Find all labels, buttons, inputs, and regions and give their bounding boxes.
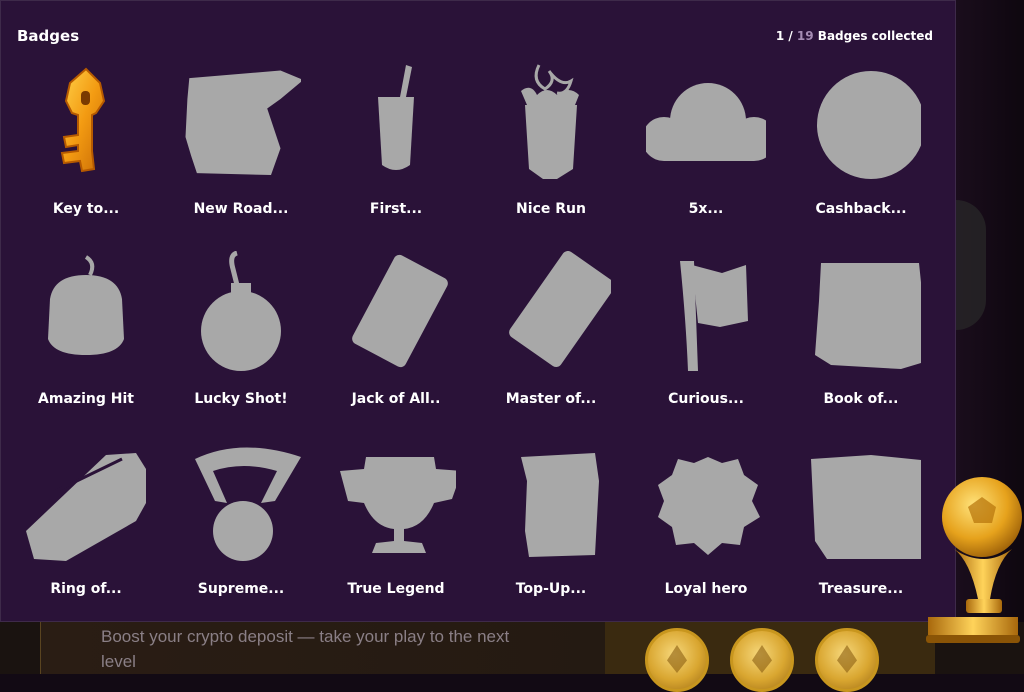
badge-loyal-hero[interactable]: Loyal hero (631, 441, 781, 621)
road-sign-icon (185, 70, 301, 176)
badge-label: Cashback... (815, 201, 907, 217)
total-count: 19 (796, 29, 814, 43)
badge-master-of[interactable]: Master of... (476, 251, 626, 431)
badge-label: Amazing Hit (38, 391, 134, 407)
badge-label: Lucky Shot! (194, 391, 288, 407)
badge-curious[interactable]: Curious... (631, 251, 781, 431)
bouquet-icon (521, 64, 579, 179)
badge-supreme[interactable]: Supreme... (166, 441, 316, 621)
badge-jack-of-all[interactable]: Jack of All.. (321, 251, 471, 431)
badge-label: Treasure... (818, 581, 904, 597)
flag-icon (680, 261, 748, 371)
badge-nice-run[interactable]: Nice Run (476, 61, 626, 241)
promo-text: Boost your crypto deposit — take your pl… (101, 627, 510, 671)
badge-label: Jack of All.. (351, 391, 441, 407)
book-icon (815, 263, 921, 369)
badge-true-legend[interactable]: True Legend (321, 441, 471, 621)
badge-label: Nice Run (516, 201, 586, 217)
badge-new-road[interactable]: New Road... (166, 61, 316, 241)
bomb-icon (201, 251, 281, 371)
badges-panel: Badges 1 / 19 Badges collected Key to... (0, 0, 956, 622)
badge-grid: Key to... New Road... First... Nice Run (11, 61, 941, 621)
key-icon (60, 67, 106, 173)
treasure-chest-icon (811, 455, 921, 559)
badge-lucky-shot[interactable]: Lucky Shot! (166, 251, 316, 431)
cloud-icon (646, 83, 766, 161)
drink-cup-icon (378, 65, 414, 170)
seal-icon (658, 457, 760, 555)
badge-label: True Legend (347, 581, 445, 597)
ethereum-coin-icon (645, 628, 709, 692)
badge-book-of[interactable]: Book of... (786, 251, 936, 431)
badge-first[interactable]: First... (321, 61, 471, 241)
badge-ring-of[interactable]: Ring of... (11, 441, 161, 621)
badge-key-to[interactable]: Key to... (11, 61, 161, 241)
panel-title: Badges (17, 27, 80, 45)
badge-top-up[interactable]: Top-Up... (476, 441, 626, 621)
badge-label: Top-Up... (515, 581, 587, 597)
trophy-cup-icon (340, 457, 456, 553)
badge-amazing-hit[interactable]: Amazing Hit (11, 251, 161, 431)
badge-label: Master of... (505, 391, 597, 407)
badge-label: 5x... (688, 201, 724, 217)
card-icon (509, 251, 611, 368)
coin-reels (605, 622, 935, 692)
collected-count: 1 (775, 29, 785, 43)
count-separator: / (784, 29, 797, 43)
trophy-icon (926, 477, 1022, 643)
card-icon (352, 254, 448, 368)
badge-label: First... (369, 201, 423, 217)
badge-label: Curious... (668, 391, 744, 407)
badge-label: Key to... (52, 201, 120, 217)
badge-label: Loyal hero (664, 581, 748, 597)
badge-label: Book of... (823, 391, 899, 407)
badge-label: New Road... (193, 201, 289, 217)
lantern-icon (48, 255, 124, 355)
background-shape (956, 200, 986, 330)
medal-icon (195, 447, 301, 561)
badge-label: Ring of... (50, 581, 122, 597)
badge-cashback[interactable]: Cashback... (786, 61, 936, 241)
ethereum-coin-icon (815, 628, 879, 692)
coin-icon (817, 71, 921, 179)
badge-label: Supreme... (197, 581, 285, 597)
badge-5x[interactable]: 5x... (631, 61, 781, 241)
ethereum-coin-icon (730, 628, 794, 692)
scroll-icon (521, 453, 599, 557)
badge-treasure[interactable]: Treasure... (786, 441, 936, 621)
ring-icon (26, 453, 146, 561)
badges-collected-count: 1 / 19 Badges collected (776, 29, 933, 43)
collected-suffix: Badges collected (813, 29, 933, 43)
